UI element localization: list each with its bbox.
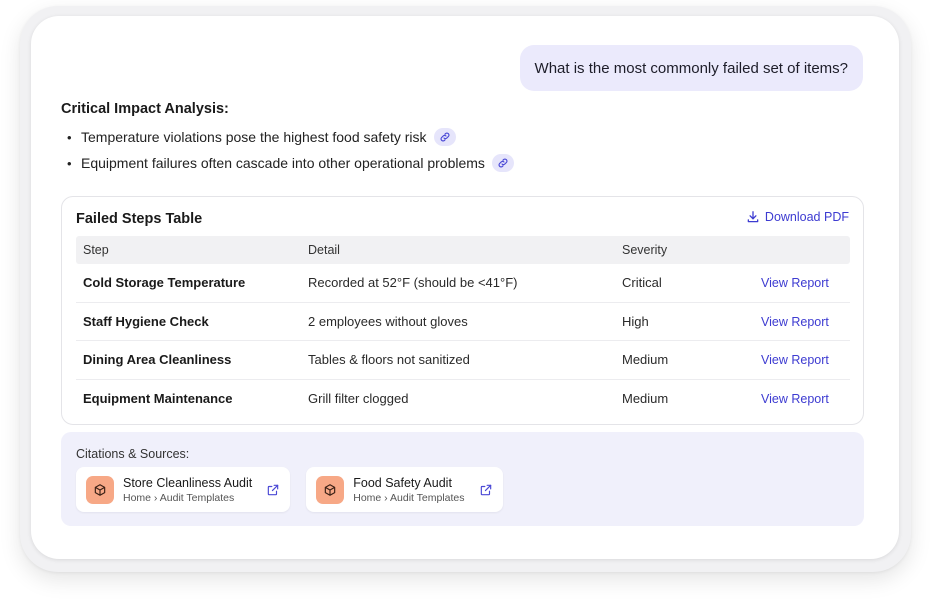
table-row: Dining Area Cleanliness Tables & floors … [76,341,850,380]
chat-panel: What is the most commonly failed set of … [31,16,899,559]
analysis-heading: Critical Impact Analysis: [61,101,229,117]
external-link-icon[interactable] [479,483,493,497]
box-icon [86,475,114,504]
citation-path: Home › Audit Templates [123,491,235,504]
view-report-link[interactable]: View Report [761,353,829,367]
step-cell: Equipment Maintenance [83,391,233,407]
detail-cell: Recorded at 52°F (should be <41°F) [308,275,518,291]
citations-title: Citations & Sources: [76,447,190,461]
citation-card[interactable]: Food Safety Audit Home › Audit Templates [306,467,503,512]
failed-steps-title: Failed Steps Table [76,211,203,227]
table-body: Cold Storage Temperature Recorded at 52°… [76,264,850,418]
citation-list: Store Cleanliness Audit Home › Audit Tem… [76,467,503,512]
bullet-dot: • [67,129,72,145]
bullet-text: Equipment failures often cascade into ot… [81,155,485,171]
link-icon[interactable] [433,128,456,146]
citation-name: Food Safety Audit [353,475,452,490]
step-cell: Staff Hygiene Check [83,313,209,329]
view-report-link[interactable]: View Report [761,315,829,329]
failed-steps-card: Failed Steps Table Download PDF Step Det… [61,196,864,425]
table-header: Step Detail Severity [76,236,850,264]
citation-card[interactable]: Store Cleanliness Audit Home › Audit Tem… [76,467,291,512]
table-row: Cold Storage Temperature Recorded at 52°… [76,264,850,303]
step-cell: Cold Storage Temperature [83,275,246,291]
severity-cell: High [622,313,649,329]
user-message-bubble: What is the most commonly failed set of … [519,45,863,91]
bullet-text: Temperature violations pose the highest … [81,129,427,145]
detail-cell: Tables & floors not sanitized [308,352,470,368]
download-pdf-label: Download PDF [764,210,849,224]
severity-cell: Medium [622,391,669,407]
view-report-link[interactable]: View Report [761,276,829,290]
link-icon[interactable] [491,154,514,172]
detail-cell: 2 employees without gloves [308,313,468,329]
list-item: • Equipment failures often cascade into … [67,150,514,176]
bullet-dot: • [67,155,72,171]
severity-cell: Medium [622,352,669,368]
download-pdf-button[interactable]: Download PDF [746,210,849,224]
step-cell: Dining Area Cleanliness [83,352,232,368]
citation-path: Home › Audit Templates [353,491,465,504]
list-item: • Temperature violations pose the highes… [67,124,514,150]
box-icon [316,475,345,504]
user-message-text: What is the most commonly failed set of … [534,59,848,77]
citations-panel: Citations & Sources: Store Cleanliness A… [61,432,864,526]
column-header-detail: Detail [308,243,340,257]
view-report-link[interactable]: View Report [761,392,829,406]
detail-cell: Grill filter clogged [308,391,409,407]
table-row: Equipment Maintenance Grill filter clogg… [76,380,850,419]
analysis-list: • Temperature violations pose the highes… [67,124,514,176]
download-icon [747,211,759,223]
column-header-severity: Severity [622,243,668,257]
citation-name: Store Cleanliness Audit [123,475,253,490]
column-header-step: Step [83,243,109,257]
severity-cell: Critical [622,275,662,291]
table-row: Staff Hygiene Check 2 employees without … [76,303,850,341]
external-link-icon[interactable] [266,483,280,497]
